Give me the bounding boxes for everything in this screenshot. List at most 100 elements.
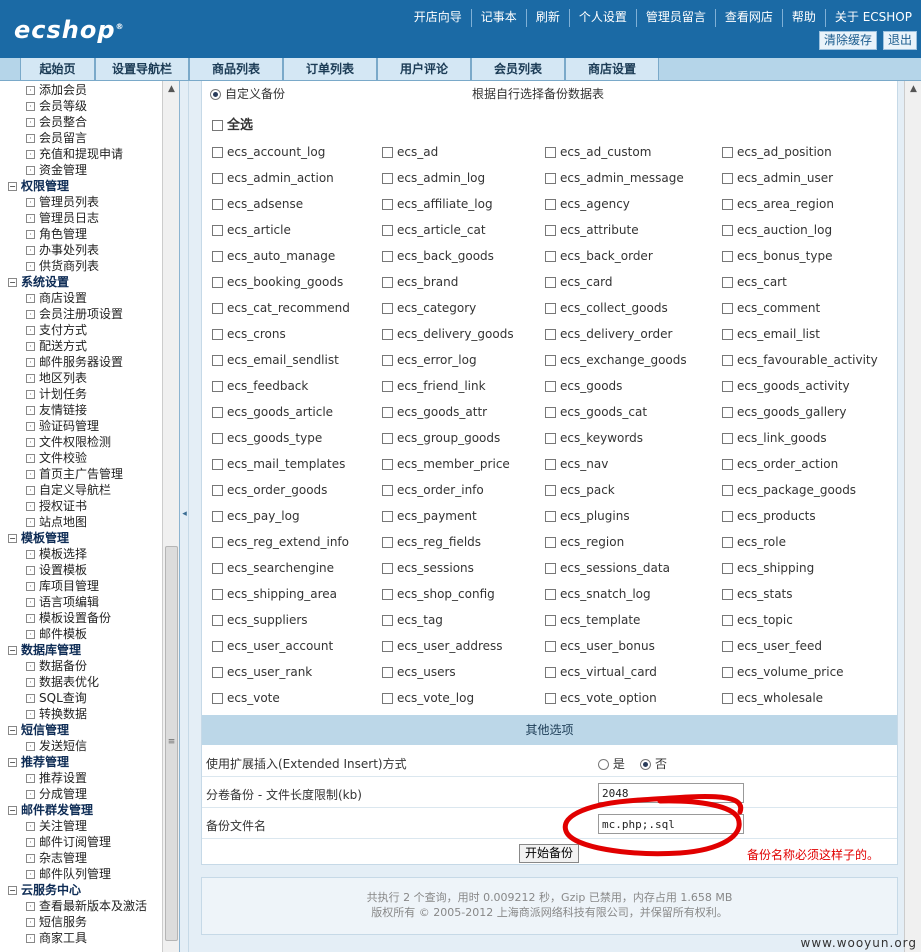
table-option[interactable]: ecs_back_order [545, 248, 653, 264]
table-option[interactable]: ecs_booking_goods [212, 274, 343, 290]
table-option[interactable]: ecs_tag [382, 612, 443, 628]
menu-item[interactable]: · SQL查询 [8, 690, 160, 706]
table-checkbox[interactable] [722, 511, 733, 522]
filename-input[interactable] [598, 814, 744, 834]
table-option[interactable]: ecs_goods_type [212, 430, 322, 446]
menu-item[interactable]: · 角色管理 [8, 226, 160, 242]
menu-group[interactable]: − 数据库管理 [8, 642, 160, 658]
table-option[interactable]: ecs_searchengine [212, 560, 334, 576]
collapse-icon[interactable]: − [8, 278, 17, 287]
table-checkbox[interactable] [722, 537, 733, 548]
scroll-up-arrow-icon[interactable]: ▲ [163, 81, 179, 98]
table-checkbox[interactable] [212, 277, 223, 288]
table-option[interactable]: ecs_order_goods [212, 482, 327, 498]
table-option[interactable]: ecs_mail_templates [212, 456, 345, 472]
menu-item[interactable]: · 友情链接 [8, 402, 160, 418]
table-checkbox[interactable] [382, 225, 393, 236]
table-option[interactable]: ecs_member_price [382, 456, 510, 472]
menu-group[interactable]: − 云服务中心 [8, 882, 160, 898]
table-option[interactable]: ecs_order_info [382, 482, 484, 498]
table-checkbox[interactable] [545, 459, 556, 470]
table-checkbox[interactable] [722, 485, 733, 496]
table-checkbox[interactable] [382, 251, 393, 262]
top-link[interactable]: 帮助 [781, 9, 825, 27]
table-checkbox[interactable] [382, 667, 393, 678]
table-option[interactable]: ecs_auto_manage [212, 248, 335, 264]
table-checkbox[interactable] [545, 537, 556, 548]
nav-tab[interactable]: 用户评论 [377, 58, 471, 81]
menu-item[interactable]: · 资金管理 [8, 162, 160, 178]
collapse-icon[interactable]: − [8, 758, 17, 767]
menu-item[interactable]: · 推荐设置 [8, 770, 160, 786]
table-checkbox[interactable] [545, 407, 556, 418]
table-checkbox[interactable] [382, 407, 393, 418]
table-checkbox[interactable] [212, 459, 223, 470]
table-option[interactable]: ecs_email_sendlist [212, 352, 339, 368]
table-checkbox[interactable] [382, 303, 393, 314]
table-option[interactable]: ecs_template [545, 612, 640, 628]
table-checkbox[interactable] [545, 589, 556, 600]
table-option[interactable]: ecs_goods_activity [722, 378, 850, 394]
table-option[interactable]: ecs_sessions [382, 560, 474, 576]
table-checkbox[interactable] [382, 563, 393, 574]
table-option[interactable]: ecs_users [382, 664, 456, 680]
table-checkbox[interactable] [722, 667, 733, 678]
table-option[interactable]: ecs_exchange_goods [545, 352, 687, 368]
menu-item[interactable]: · 授权证书 [8, 498, 160, 514]
table-checkbox[interactable] [212, 641, 223, 652]
table-checkbox[interactable] [382, 147, 393, 158]
table-option[interactable]: ecs_category [382, 300, 476, 316]
custom-backup-option[interactable]: 自定义备份 [210, 86, 285, 102]
table-option[interactable]: ecs_virtual_card [545, 664, 657, 680]
table-checkbox[interactable] [212, 589, 223, 600]
table-option[interactable]: ecs_collect_goods [545, 300, 668, 316]
table-option[interactable]: ecs_ad_custom [545, 144, 651, 160]
menu-item[interactable]: · 发送短信 [8, 738, 160, 754]
menu-item[interactable]: · 设置模板 [8, 562, 160, 578]
table-option[interactable]: ecs_delivery_order [545, 326, 672, 342]
table-option[interactable]: ecs_goods_gallery [722, 404, 846, 420]
menu-item[interactable]: · 计划任务 [8, 386, 160, 402]
table-checkbox[interactable] [545, 381, 556, 392]
table-checkbox[interactable] [212, 381, 223, 392]
table-option[interactable]: ecs_favourable_activity [722, 352, 878, 368]
table-checkbox[interactable] [382, 199, 393, 210]
table-option[interactable]: ecs_back_goods [382, 248, 494, 264]
start-backup-button[interactable]: 开始备份 [519, 844, 580, 863]
table-option[interactable]: ecs_cat_recommend [212, 300, 350, 316]
table-checkbox[interactable] [382, 511, 393, 522]
table-checkbox[interactable] [545, 147, 556, 158]
table-checkbox[interactable] [212, 355, 223, 366]
table-option[interactable]: ecs_goods_cat [545, 404, 647, 420]
table-option[interactable]: ecs_keywords [545, 430, 643, 446]
nav-tab[interactable]: 订单列表 [283, 58, 377, 81]
table-checkbox[interactable] [545, 251, 556, 262]
table-checkbox[interactable] [722, 225, 733, 236]
menu-item[interactable]: · 自定义导航栏 [8, 482, 160, 498]
table-checkbox[interactable] [722, 563, 733, 574]
table-checkbox[interactable] [545, 563, 556, 574]
top-link[interactable]: 开店向导 [405, 9, 471, 27]
nav-tab[interactable]: 商品列表 [189, 58, 283, 81]
menu-item[interactable]: · 站点地图 [8, 514, 160, 530]
table-option[interactable]: ecs_sessions_data [545, 560, 670, 576]
table-checkbox[interactable] [545, 667, 556, 678]
table-checkbox[interactable] [382, 589, 393, 600]
nav-tab[interactable]: 起始页 [20, 58, 95, 81]
menu-item[interactable]: · 文件校验 [8, 450, 160, 466]
menu-item[interactable]: · 首页主广告管理 [8, 466, 160, 482]
menu-item[interactable]: · 充值和提现申请 [8, 146, 160, 162]
table-checkbox[interactable] [212, 147, 223, 158]
table-option[interactable]: ecs_shipping [722, 560, 814, 576]
table-option[interactable]: ecs_link_goods [722, 430, 827, 446]
table-option[interactable]: ecs_nav [545, 456, 608, 472]
table-checkbox[interactable] [545, 433, 556, 444]
menu-item[interactable]: · 会员留言 [8, 130, 160, 146]
menu-item[interactable]: · 杂志管理 [8, 850, 160, 866]
nav-tab[interactable]: 商店设置 [565, 58, 659, 81]
table-checkbox[interactable] [382, 537, 393, 548]
table-checkbox[interactable] [382, 641, 393, 652]
table-option[interactable]: ecs_snatch_log [545, 586, 651, 602]
table-option[interactable]: ecs_brand [382, 274, 458, 290]
table-checkbox[interactable] [382, 355, 393, 366]
